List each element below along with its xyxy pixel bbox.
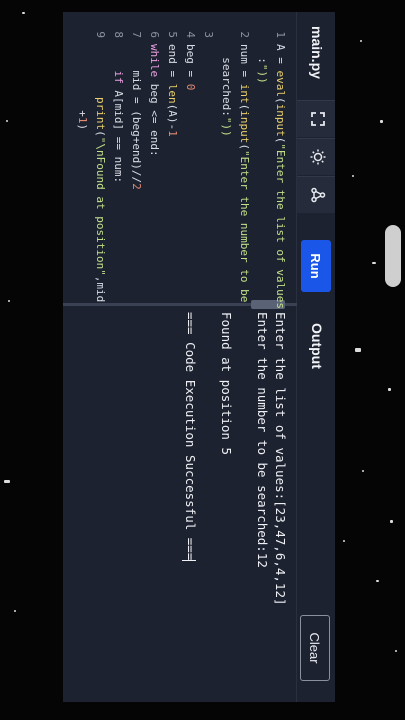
online-python-ide: main.py Run Output Clear 1 A = eval(inpu… xyxy=(63,12,335,702)
code-line[interactable]: +1) xyxy=(73,44,91,130)
code-line[interactable]: beg = 0 xyxy=(181,44,199,90)
code-line[interactable]: searched:")) xyxy=(217,44,235,137)
line-number: 5 xyxy=(166,31,179,38)
share-icon xyxy=(306,187,327,203)
line-number: 2 xyxy=(238,31,251,38)
code-line[interactable]: while beg <= end: xyxy=(145,44,163,157)
line-number: 8 xyxy=(112,31,125,38)
share-button[interactable] xyxy=(297,176,335,213)
line-number: 7 xyxy=(130,31,143,38)
theme-brightness-icon xyxy=(305,148,328,166)
output-console: Enter the list of values:[23,47,6,4,12] E… xyxy=(65,308,295,698)
code-line[interactable]: end = len(A)-1 xyxy=(163,44,181,137)
output-header: Output Clear xyxy=(296,305,335,702)
code-editor[interactable]: 1 A = eval(input("Enter the list of value… xyxy=(63,12,295,309)
clear-button[interactable]: Clear xyxy=(300,615,330,681)
output-line: === Code Execution Successful === xyxy=(182,312,198,562)
theme-toggle-button[interactable] xyxy=(297,138,335,175)
output-title: Output xyxy=(309,323,325,369)
code-line[interactable]: num = int(input("Enter the number to be xyxy=(235,44,253,302)
line-number: 9 xyxy=(94,31,107,38)
file-tab-main-py[interactable]: main.py xyxy=(309,26,325,79)
output-line: Enter the list of values:[23,47,6,4,12] xyxy=(273,312,288,606)
line-number: 3 xyxy=(202,31,215,38)
code-line[interactable]: A = eval(input("Enter the list of values xyxy=(271,44,289,309)
fullscreen-icon xyxy=(306,111,327,127)
output-line: Enter the number to be searched:12 xyxy=(255,312,270,568)
code-line[interactable]: mid = (beg+end)//2 xyxy=(127,44,145,189)
text-cursor xyxy=(182,560,197,562)
code-line[interactable]: print("\nFound at position",mid xyxy=(91,44,109,302)
run-button[interactable]: Run xyxy=(301,240,331,292)
code-line[interactable]: :")) xyxy=(253,44,271,84)
editor-header: main.py Run xyxy=(296,12,335,305)
fullscreen-button[interactable] xyxy=(297,100,335,137)
output-line: Found at position 5 xyxy=(219,312,234,455)
line-number: 6 xyxy=(148,31,161,38)
line-number: 1 xyxy=(274,31,287,38)
code-line[interactable]: if A[mid] == num: xyxy=(109,44,127,184)
line-number: 4 xyxy=(184,31,197,38)
